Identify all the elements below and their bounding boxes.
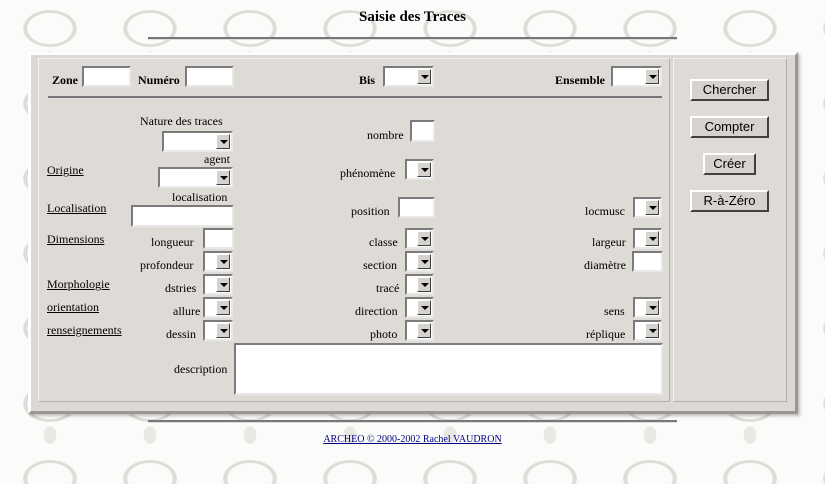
zone-input[interactable] xyxy=(82,66,131,87)
chevron-down-icon xyxy=(417,231,431,246)
trace-label: tracé xyxy=(376,281,400,295)
chevron-down-icon xyxy=(645,69,659,84)
phenomene-label: phénomène xyxy=(340,166,396,180)
sens-label: sens xyxy=(604,304,625,318)
profondeur-select[interactable] xyxy=(203,251,233,272)
bis-select[interactable] xyxy=(383,66,434,87)
footer-divider xyxy=(148,420,677,423)
chevron-down-icon xyxy=(417,69,431,84)
sens-select[interactable] xyxy=(633,297,662,318)
nature-des-traces-select[interactable] xyxy=(162,131,233,152)
direction-select[interactable] xyxy=(405,297,434,318)
chevron-down-icon xyxy=(216,134,230,149)
replique-label: réplique xyxy=(586,327,626,341)
localisation-link[interactable]: Localisation xyxy=(47,201,106,216)
longueur-label: longueur xyxy=(151,235,194,249)
actions-panel xyxy=(673,58,787,402)
orientation-link[interactable]: orientation xyxy=(47,300,99,315)
page-title: Saisie des Traces xyxy=(359,9,466,25)
chevron-down-icon xyxy=(417,323,431,338)
locmusc-label: locmusc xyxy=(585,204,625,218)
morphologie-link[interactable]: Morphologie xyxy=(47,277,110,292)
dstries-select[interactable] xyxy=(203,274,233,295)
title-divider xyxy=(148,37,677,40)
position-label: position xyxy=(351,204,390,218)
chercher-button[interactable]: Chercher xyxy=(690,79,769,101)
chevron-down-icon xyxy=(417,300,431,315)
chevron-down-icon xyxy=(417,277,431,292)
chevron-down-icon xyxy=(417,162,431,177)
replique-select[interactable] xyxy=(633,320,662,341)
diametre-label: diamètre xyxy=(584,258,626,272)
allure-label: allure xyxy=(173,304,201,318)
agent-select[interactable] xyxy=(158,167,233,188)
localisation-label: localisation xyxy=(172,190,228,204)
renseignements-link[interactable]: renseignements xyxy=(47,323,122,338)
footer-link[interactable]: ARCHEO © 2000-2002 Rachel VAUDRON xyxy=(323,434,501,445)
chevron-down-icon xyxy=(216,323,230,338)
description-textarea[interactable] xyxy=(234,343,663,395)
numero-input[interactable] xyxy=(185,66,234,87)
nombre-input[interactable] xyxy=(410,120,435,142)
description-label: description xyxy=(174,362,228,376)
bis-label: Bis xyxy=(359,73,376,87)
creer-button[interactable]: Créer xyxy=(703,153,756,175)
chevron-down-icon xyxy=(645,300,659,315)
position-input[interactable] xyxy=(398,197,435,218)
trace-select[interactable] xyxy=(405,274,434,295)
chevron-down-icon xyxy=(417,254,431,269)
raz-button[interactable]: R-à-Zéro xyxy=(690,190,769,212)
direction-label: direction xyxy=(355,304,398,318)
longueur-input[interactable] xyxy=(203,228,234,249)
classe-select[interactable] xyxy=(405,228,434,249)
chevron-down-icon xyxy=(645,200,659,215)
dessin-label: dessin xyxy=(166,327,196,341)
largeur-label: largeur xyxy=(592,235,626,249)
profondeur-label: profondeur xyxy=(140,258,194,272)
nombre-label: nombre xyxy=(367,128,404,142)
classe-label: classe xyxy=(369,235,398,249)
phenomene-select[interactable] xyxy=(405,159,434,180)
chevron-down-icon xyxy=(645,323,659,338)
dessin-select[interactable] xyxy=(203,320,233,341)
ensemble-select[interactable] xyxy=(611,66,662,87)
photo-label: photo xyxy=(370,327,398,341)
numero-label: Numéro xyxy=(138,73,180,87)
allure-select[interactable] xyxy=(203,297,233,318)
section-label: section xyxy=(363,258,397,272)
chevron-down-icon xyxy=(645,231,659,246)
origine-link[interactable]: Origine xyxy=(47,163,84,178)
localisation-input[interactable] xyxy=(131,205,234,227)
footer: ARCHEO © 2000-2002 Rachel VAUDRON xyxy=(0,434,825,445)
dstries-label: dstries xyxy=(165,281,197,295)
chevron-down-icon xyxy=(216,300,230,315)
largeur-select[interactable] xyxy=(633,228,662,249)
nature-des-traces-label: Nature des traces xyxy=(140,114,223,128)
section-select[interactable] xyxy=(405,251,434,272)
compter-button[interactable]: Compter xyxy=(690,116,769,138)
chevron-down-icon xyxy=(216,277,230,292)
agent-label: agent xyxy=(204,152,230,166)
chevron-down-icon xyxy=(216,254,230,269)
ensemble-label: Ensemble xyxy=(555,73,606,87)
dimensions-link[interactable]: Dimensions xyxy=(47,232,104,247)
locmusc-select[interactable] xyxy=(633,197,662,218)
zone-label: Zone xyxy=(52,73,79,87)
diametre-input[interactable] xyxy=(632,251,663,272)
photo-select[interactable] xyxy=(405,320,434,341)
form-divider xyxy=(48,96,662,99)
chevron-down-icon xyxy=(216,170,230,185)
